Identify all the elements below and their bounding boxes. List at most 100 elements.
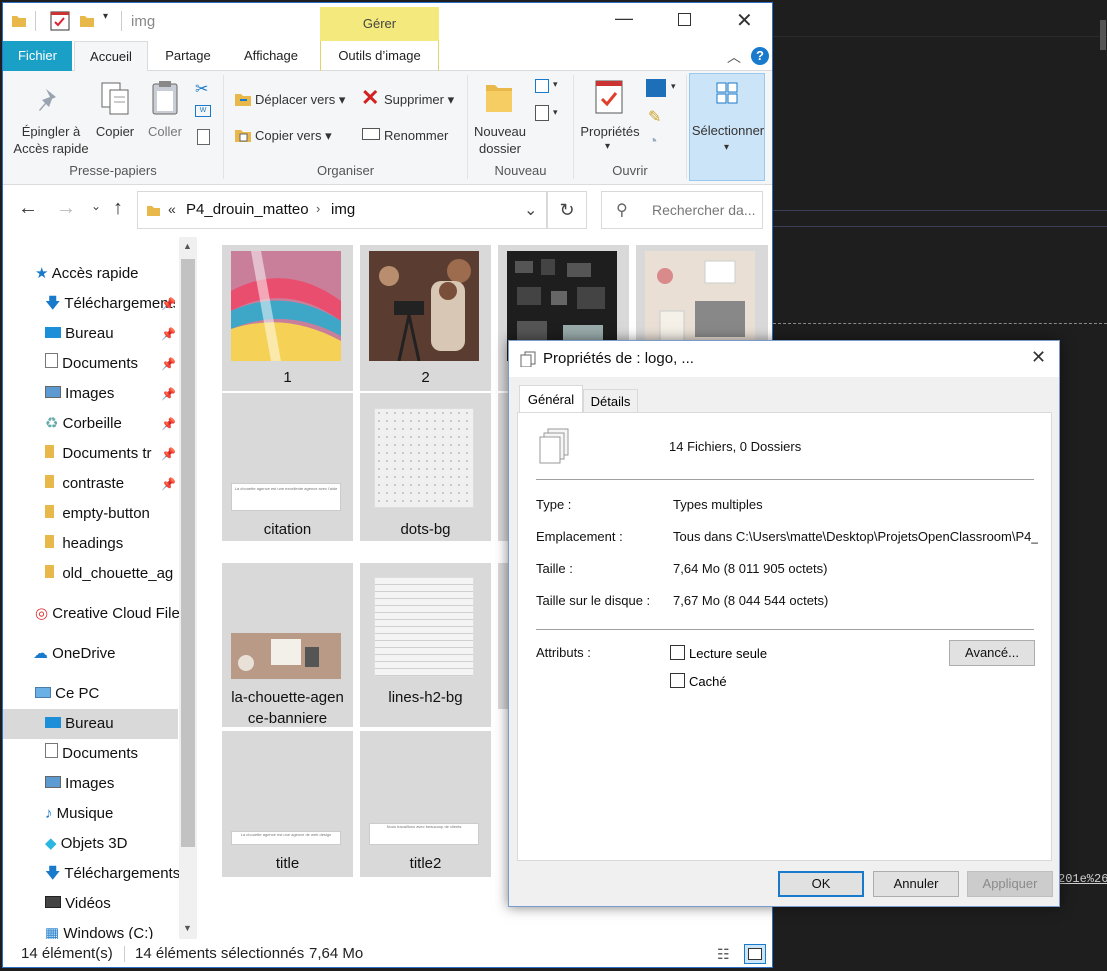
- address-dropdown-icon[interactable]: ⌄: [524, 200, 537, 220]
- close-button[interactable]: ✕: [736, 8, 753, 33]
- up-arrow-icon[interactable]: ↑: [113, 197, 123, 220]
- breadcrumb-parent[interactable]: P4_drouin_matteo: [186, 201, 309, 218]
- tab-partage[interactable]: Partage: [153, 41, 223, 71]
- nav-item-documents[interactable]: Documents: [45, 349, 138, 379]
- dialog-close-button[interactable]: ✕: [1031, 347, 1046, 368]
- rename-button[interactable]: Renommer: [384, 127, 448, 144]
- nav-scrollbar[interactable]: ▲ ▼: [179, 237, 197, 939]
- folder-icon: [45, 535, 54, 548]
- file-tile[interactable]: La chouette agence est une agence de web…: [222, 731, 353, 877]
- address-bar[interactable]: « P4_drouin_matteo › img ⌄: [137, 191, 547, 229]
- back-arrow-icon[interactable]: ←: [18, 197, 38, 220]
- nav-onedrive[interactable]: ☁ OneDrive: [33, 639, 116, 669]
- help-icon[interactable]: ?: [751, 47, 769, 65]
- edit-icon[interactable]: ✎: [648, 107, 661, 127]
- nav-item-headings[interactable]: headings: [45, 529, 123, 559]
- tab-general[interactable]: Général: [519, 385, 583, 413]
- tab-details[interactable]: Détails: [583, 389, 638, 413]
- nav-label: Bureau: [65, 715, 114, 732]
- ribbon-home: Épingler à Accès rapide Copier Coller ✂ W…: [3, 71, 772, 185]
- details-view-icon[interactable]: ☷: [717, 945, 735, 963]
- properties-button[interactable]: Propriétés: [576, 123, 644, 140]
- nav-pc-musique[interactable]: ♪ Musique: [45, 799, 113, 829]
- apply-button[interactable]: Appliquer: [967, 871, 1053, 897]
- scroll-thumb[interactable]: [181, 259, 195, 847]
- properties-quick-icon[interactable]: [50, 11, 70, 31]
- forward-arrow-icon[interactable]: →: [56, 197, 76, 220]
- new-folder-quick-icon[interactable]: [79, 13, 95, 29]
- new-item-icon[interactable]: [535, 79, 549, 93]
- easy-access-icon[interactable]: [535, 105, 549, 121]
- history-icon[interactable]: ◔: [648, 133, 658, 151]
- advanced-button[interactable]: Avancé...: [949, 640, 1035, 666]
- cut-icon[interactable]: ✂: [195, 79, 208, 99]
- nav-item-old-chouette[interactable]: old_chouette_ag: [45, 559, 179, 589]
- nav-item-documents-tr[interactable]: Documents tr: [45, 439, 157, 469]
- folder-icon: [45, 445, 54, 458]
- address-row: ← → ⌄ ↑ « P4_drouin_matteo › img ⌄ ↻ ⚲ R…: [3, 185, 772, 237]
- paste-shortcut-icon[interactable]: [197, 129, 210, 145]
- file-tile[interactable]: Nous travaillons avec beaucoup de client…: [360, 731, 491, 877]
- file-tile[interactable]: la-chouette-agen ce-banniere: [222, 563, 353, 727]
- nav-pc-videos[interactable]: Vidéos: [45, 889, 111, 919]
- nav-item-downloads[interactable]: 🡇 Téléchargements: [45, 289, 175, 319]
- recent-locations-icon[interactable]: ⌄: [91, 199, 101, 213]
- address-overflow[interactable]: «: [168, 201, 176, 217]
- maximize-button[interactable]: [678, 13, 691, 26]
- navigation-pane: ★ Accès rapide 🡇 Téléchargements Bureau …: [3, 237, 179, 942]
- move-to-button[interactable]: Déplacer vers ▾: [255, 91, 345, 108]
- nav-this-pc[interactable]: Ce PC: [35, 679, 99, 709]
- large-icons-view-icon[interactable]: [744, 944, 766, 964]
- paste-button[interactable]: Coller: [143, 123, 187, 140]
- nav-item-corbeille[interactable]: ♻ Corbeille: [45, 409, 122, 439]
- nav-item-contraste[interactable]: contraste: [45, 469, 124, 499]
- tab-affichage[interactable]: Affichage: [231, 41, 311, 71]
- file-tile[interactable]: La chouette agence est une excellente ag…: [222, 393, 353, 541]
- thumbnail-image: [231, 633, 341, 679]
- scroll-up-icon[interactable]: ▲: [183, 241, 192, 251]
- collapse-ribbon-icon[interactable]: ︿: [727, 47, 741, 67]
- nav-item-images[interactable]: Images: [45, 379, 114, 409]
- file-tile[interactable]: lines-h2-bg: [360, 563, 491, 727]
- readonly-checkbox[interactable]: [670, 645, 685, 660]
- file-tile[interactable]: 1: [222, 245, 353, 391]
- group-label-organize: Organiser: [316, 163, 375, 178]
- nav-item-bureau[interactable]: Bureau: [45, 319, 114, 349]
- nav-quick-access[interactable]: ★ Accès rapide: [35, 259, 139, 289]
- refresh-icon[interactable]: ↻: [547, 191, 587, 229]
- nav-pc-bureau[interactable]: Bureau: [45, 709, 114, 739]
- nav-item-empty-button[interactable]: empty-button: [45, 499, 150, 529]
- ok-button[interactable]: OK: [778, 871, 864, 897]
- breadcrumb-current[interactable]: img: [331, 201, 355, 218]
- tab-fichier[interactable]: Fichier: [3, 41, 72, 71]
- select-button[interactable]: Sélectionner ▾: [689, 73, 765, 181]
- computer-icon: [35, 687, 51, 698]
- new-folder-button[interactable]: Nouveau dossier: [470, 123, 530, 157]
- nav-pc-downloads[interactable]: 🡇 Téléchargements: [45, 859, 179, 889]
- nav-pc-documents[interactable]: Documents: [45, 739, 138, 769]
- minimize-button[interactable]: —: [615, 8, 633, 29]
- copy-button[interactable]: Copier: [91, 123, 139, 140]
- search-input[interactable]: ⚲ Rechercher da...: [601, 191, 763, 229]
- recycle-bin-icon: ♻: [45, 415, 59, 432]
- file-tile[interactable]: dots-bg: [360, 393, 491, 541]
- images-icon: [45, 386, 61, 398]
- scroll-down-icon[interactable]: ▼: [183, 923, 192, 933]
- thumbnail-image: Nous travaillons avec beaucoup de client…: [369, 823, 479, 845]
- copy-to-button[interactable]: Copier vers ▾: [255, 127, 332, 144]
- open-icon[interactable]: [646, 79, 666, 97]
- nav-pc-images[interactable]: Images: [45, 769, 114, 799]
- customize-toolbar-icon[interactable]: ▾: [103, 11, 108, 22]
- nav-creative-cloud[interactable]: ◎ Creative Cloud Files: [35, 599, 179, 629]
- new-folder-label-2: dossier: [479, 141, 521, 156]
- cancel-button[interactable]: Annuler: [873, 871, 959, 897]
- item-count: 14 élément(s): [21, 945, 113, 962]
- tab-outils-image[interactable]: Outils d’image: [320, 41, 439, 71]
- copy-path-icon[interactable]: W: [195, 105, 211, 117]
- hidden-checkbox[interactable]: [670, 673, 685, 688]
- tab-accueil[interactable]: Accueil: [74, 41, 148, 72]
- pin-quick-access-button[interactable]: Épingler à Accès rapide: [9, 123, 93, 157]
- file-tile[interactable]: 2: [360, 245, 491, 391]
- nav-pc-objets-3d[interactable]: ◆ Objets 3D: [45, 829, 127, 859]
- delete-button[interactable]: Supprimer ▾: [384, 91, 454, 108]
